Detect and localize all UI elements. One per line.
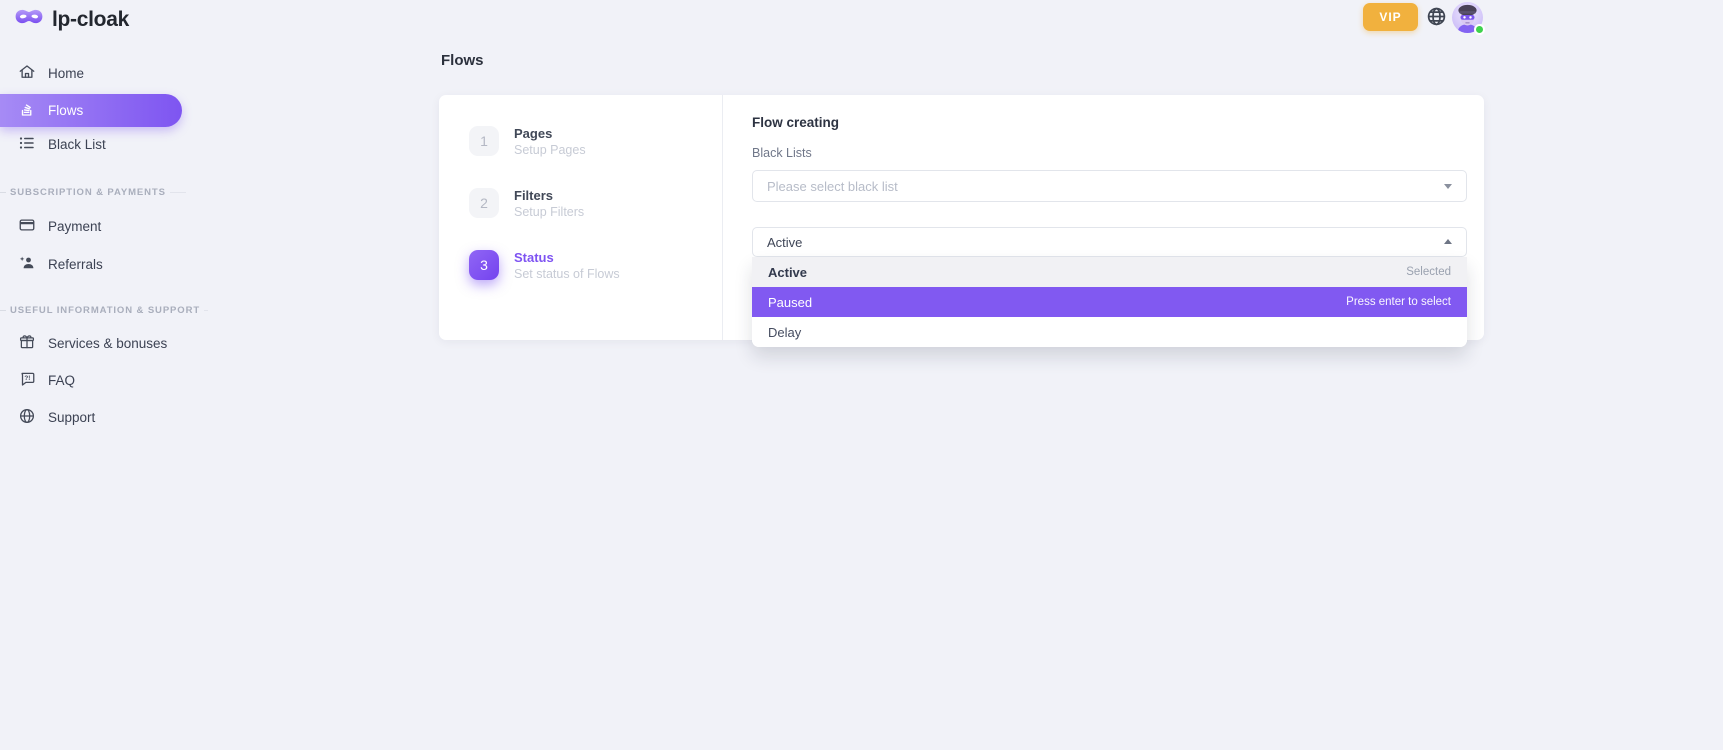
sidebar-item-referrals[interactable]: Referrals <box>0 248 200 280</box>
brand-name: lp-cloak <box>52 8 129 32</box>
language-globe-button[interactable] <box>1424 6 1448 30</box>
step-number: 3 <box>469 250 499 280</box>
sidebar-item-flows[interactable]: Flows <box>0 94 182 127</box>
sidebar-item-label: Home <box>48 66 84 81</box>
globe-support-icon <box>18 407 36 428</box>
sidebar-item-label: Flows <box>48 103 83 118</box>
sidebar-item-label: Payment <box>48 219 101 234</box>
step-number: 1 <box>469 126 499 156</box>
wizard-step-filters[interactable]: 2 Filters Setup Filters <box>469 188 709 222</box>
home-icon <box>18 63 36 84</box>
globe-icon <box>1426 6 1447 30</box>
flow-creating-card: 1 Pages Setup Pages 2 Filters Setup Filt… <box>439 95 1484 340</box>
sidebar-section-subscription: SUBSCRIPTION & PAYMENTS <box>0 185 200 199</box>
brand-logo[interactable]: lp-cloak <box>14 6 129 33</box>
option-hint: Press enter to select <box>1346 296 1451 308</box>
sidebar-item-label: Black List <box>48 137 106 152</box>
svg-text:?!: ?! <box>24 375 30 382</box>
flow-creating-form: Flow creating Black Lists Please select … <box>752 95 1467 340</box>
sidebar-item-label: Services & bonuses <box>48 336 167 351</box>
option-active[interactable]: Active Selected <box>752 257 1467 287</box>
list-icon <box>18 134 36 155</box>
step-subtitle: Setup Filters <box>514 205 584 219</box>
form-heading: Flow creating <box>752 115 839 130</box>
sidebar-item-payment[interactable]: Payment <box>0 210 200 242</box>
step-title: Filters <box>514 188 553 203</box>
credit-card-icon <box>18 216 36 237</box>
flow-status-select[interactable]: Active <box>752 227 1467 257</box>
faq-bubble-icon: ?! <box>18 370 36 391</box>
mask-icon <box>14 6 44 33</box>
user-avatar[interactable] <box>1452 2 1483 33</box>
sidebar: lp-cloak Home Flows Black List SUBSCRIPT… <box>0 0 240 750</box>
option-label: Active <box>768 265 807 280</box>
black-lists-placeholder: Please select black list <box>767 179 898 194</box>
wizard-step-status[interactable]: 3 Status Set status of Flows <box>469 250 709 284</box>
option-label: Delay <box>768 325 801 340</box>
black-lists-label: Black Lists <box>752 146 812 160</box>
step-title: Pages <box>514 126 552 141</box>
referral-user-icon <box>18 254 36 275</box>
wizard-step-pages[interactable]: 1 Pages Setup Pages <box>469 126 709 160</box>
option-hint: Selected <box>1406 266 1451 278</box>
flow-status-dropdown: Active Selected Paused Press enter to se… <box>752 257 1467 347</box>
flow-status-value: Active <box>767 235 802 250</box>
step-subtitle: Set status of Flows <box>514 267 620 281</box>
option-paused[interactable]: Paused Press enter to select <box>752 287 1467 317</box>
online-status-dot <box>1474 24 1485 35</box>
step-title: Status <box>514 250 554 265</box>
option-label: Paused <box>768 295 812 310</box>
gift-icon <box>18 333 36 354</box>
chevron-down-icon <box>1444 184 1452 189</box>
black-lists-select[interactable]: Please select black list <box>752 170 1467 202</box>
sidebar-section-support: USEFUL INFORMATION & SUPPORT <box>0 303 200 317</box>
sidebar-item-label: Support <box>48 410 95 425</box>
step-subtitle: Setup Pages <box>514 143 586 157</box>
step-number: 2 <box>469 188 499 218</box>
page-title: Flows <box>441 52 484 69</box>
flows-icon <box>18 100 36 121</box>
sidebar-item-label: FAQ <box>48 373 75 388</box>
sidebar-item-faq[interactable]: ?! FAQ <box>0 364 200 396</box>
sidebar-item-home[interactable]: Home <box>0 57 200 89</box>
sidebar-item-label: Referrals <box>48 257 103 272</box>
card-divider <box>722 95 723 340</box>
option-delay[interactable]: Delay <box>752 317 1467 347</box>
sidebar-item-black-list[interactable]: Black List <box>0 128 200 160</box>
sidebar-item-support[interactable]: Support <box>0 401 200 433</box>
chevron-up-icon <box>1444 239 1452 244</box>
vip-button[interactable]: VIP <box>1363 3 1418 31</box>
sidebar-item-services[interactable]: Services & bonuses <box>0 327 200 359</box>
